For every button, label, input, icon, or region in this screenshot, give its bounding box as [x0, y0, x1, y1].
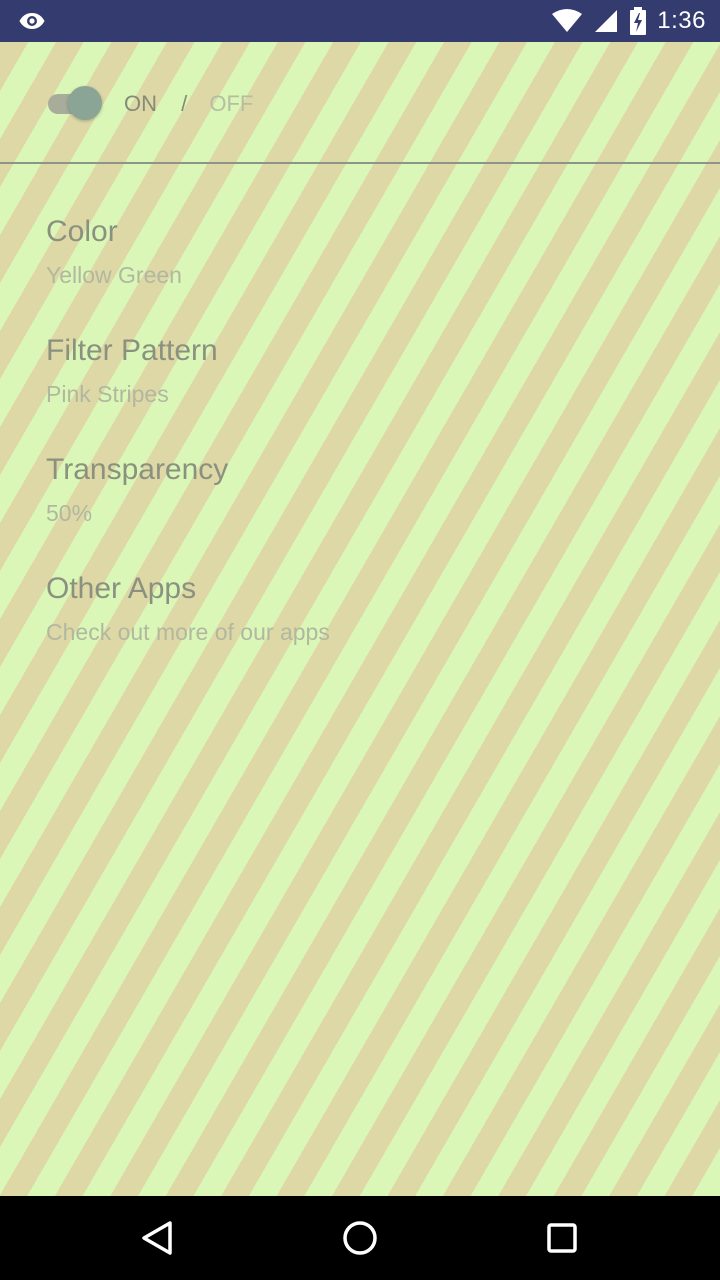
toggle-separator: /: [181, 91, 188, 116]
status-bar: 1:36: [0, 0, 720, 42]
filter-switch[interactable]: [46, 86, 102, 122]
divider: [0, 162, 720, 164]
main-content: ON / OFF Color Yellow Green Filter Patte…: [0, 42, 720, 1196]
switch-thumb: [68, 86, 102, 120]
setting-title: Filter Pattern: [46, 334, 218, 367]
clock: 1:36: [657, 7, 706, 34]
on-label: ON: [124, 91, 157, 116]
settings-list: Color Yellow Green Filter Pattern Pink S…: [46, 212, 686, 688]
setting-summary: 50%: [46, 500, 93, 526]
home-icon[interactable]: [340, 1218, 380, 1258]
setting-summary: Check out more of our apps: [46, 619, 330, 645]
toggle-labels: ON / OFF: [124, 91, 253, 117]
cellular-signal-icon: [595, 10, 618, 32]
setting-summary: Pink Stripes: [46, 381, 169, 407]
setting-title: Transparency: [46, 453, 229, 486]
setting-color[interactable]: Color Yellow Green: [46, 212, 686, 331]
battery-charging-icon: [630, 7, 647, 35]
setting-title: Color: [46, 215, 118, 248]
setting-summary: Yellow Green: [46, 262, 182, 288]
back-icon[interactable]: [138, 1218, 178, 1258]
wifi-icon: [552, 9, 583, 32]
filter-toggle-row[interactable]: ON / OFF: [46, 82, 253, 126]
setting-transparency[interactable]: Transparency 50%: [46, 450, 686, 569]
eye-icon: [19, 13, 45, 29]
status-icons: 1:36: [551, 0, 706, 42]
navigation-bar: [0, 1196, 720, 1280]
recents-icon[interactable]: [542, 1218, 582, 1258]
setting-filter-pattern[interactable]: Filter Pattern Pink Stripes: [46, 331, 686, 450]
setting-other-apps[interactable]: Other Apps Check out more of our apps: [46, 569, 686, 688]
setting-title: Other Apps: [46, 572, 197, 605]
off-label: OFF: [209, 91, 254, 116]
